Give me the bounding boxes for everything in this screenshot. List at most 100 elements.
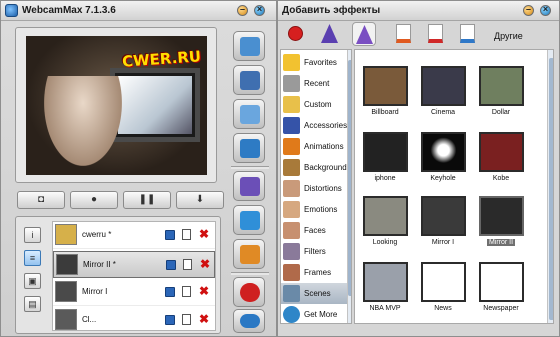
effects-hat-plus-button[interactable] [352, 22, 376, 46]
add-image-button[interactable] [392, 22, 416, 46]
add-pdf-button[interactable] [424, 22, 448, 46]
effect-thumbnail [479, 66, 524, 106]
wizard-hat-icon [321, 24, 338, 43]
category-item-get-more[interactable]: Get More [281, 304, 351, 323]
butterfly-icon [283, 138, 300, 155]
category-item-faces[interactable]: Faces [281, 220, 351, 241]
clock-icon [283, 75, 300, 92]
category-item-emotions[interactable]: Emotions [281, 199, 351, 220]
preview-person [44, 76, 122, 166]
minimize-button[interactable]: – [237, 4, 248, 16]
pencil-icon [240, 211, 260, 230]
add-image-icon [396, 24, 411, 43]
effect-thumbnail [421, 66, 466, 106]
effects-button[interactable] [233, 171, 265, 201]
category-item-recent[interactable]: Recent [281, 73, 351, 94]
copy-icon[interactable] [182, 286, 191, 297]
effects-close-button[interactable]: × [540, 4, 551, 16]
save-icon[interactable] [165, 287, 175, 297]
category-item-accessories[interactable]: Accessories [281, 115, 351, 136]
layer-name: Mirror II * [83, 260, 116, 269]
landscape-icon [283, 159, 300, 176]
video-clip-button[interactable] [233, 65, 265, 95]
record-button[interactable]: ● [70, 191, 118, 209]
add-text-button[interactable] [456, 22, 480, 46]
layers-panel: i ≡ ▣ ▤ cwerru * ✖ Mirror II * ✖ Mirror … [15, 216, 221, 334]
effects-grid[interactable]: Billboard Cinema Dollar iphone Keyhole K… [354, 49, 554, 324]
exit-button[interactable] [233, 277, 265, 307]
effect-thumbnail [479, 196, 524, 236]
save-icon[interactable] [165, 230, 175, 240]
effects-title-bar[interactable]: Добавить эффекты – × [278, 1, 559, 21]
layer-thumbnail [56, 254, 78, 275]
category-item-background[interactable]: Background [281, 157, 351, 178]
info-button[interactable]: i [24, 227, 41, 243]
screen-capture-button[interactable] [233, 133, 265, 163]
pause-icon: ❚❚ [138, 194, 156, 205]
save-icon[interactable] [165, 315, 175, 325]
face-icon [283, 201, 300, 218]
category-item-scenes[interactable]: Scenes [281, 283, 351, 304]
layer-row[interactable]: Cl... ✖ [53, 307, 215, 330]
category-scroll-thumb[interactable] [348, 60, 351, 296]
effect-thumbnail [363, 132, 408, 172]
effects-scrollbar[interactable] [547, 50, 553, 323]
category-item-frames[interactable]: Frames [281, 262, 351, 283]
layer-thumbnail [55, 224, 77, 245]
layer-list[interactable]: cwerru * ✖ Mirror II * ✖ Mirror I ✖ Cl..… [52, 221, 216, 331]
blocks-button[interactable] [233, 239, 265, 269]
profile-button[interactable] [233, 31, 265, 61]
category-scrollbar[interactable] [347, 50, 351, 323]
delete-icon[interactable]: ✖ [199, 284, 209, 298]
category-item-favorites[interactable]: Favorites [281, 52, 351, 73]
category-item-custom[interactable]: Custom [281, 94, 351, 115]
effect-thumbnail [421, 196, 466, 236]
category-item-distortions[interactable]: Distortions [281, 178, 351, 199]
settings-button[interactable] [233, 309, 265, 333]
snapshot-button[interactable]: ◘ [17, 191, 65, 209]
others-menu[interactable]: Другие [494, 31, 523, 41]
delete-icon[interactable]: ✖ [200, 257, 210, 271]
effects-window-title: Добавить эффекты [282, 5, 381, 16]
download-icon: ⬇ [195, 194, 205, 205]
layer-row[interactable]: cwerru * ✖ [53, 222, 215, 249]
tool-column [231, 27, 269, 334]
category-list[interactable]: Favorites Recent Custom Accessories Anim… [280, 49, 352, 324]
effect-thumbnail [421, 262, 466, 302]
app-title: WebcamMax 7.1.3.6 [22, 5, 116, 16]
app-logo-icon [5, 4, 18, 17]
category-item-filters[interactable]: Filters [281, 241, 351, 262]
delete-icon[interactable]: ✖ [199, 227, 209, 241]
effect-thumbnail [363, 196, 408, 236]
remove-effect-button[interactable] [284, 22, 308, 46]
close-icon [240, 283, 260, 302]
effects-hat-button[interactable] [318, 22, 342, 46]
video-clip-icon [240, 71, 260, 90]
copy-icon[interactable] [182, 314, 191, 325]
frame-icon [283, 264, 300, 281]
video-preview[interactable]: CWER.RU [26, 36, 207, 175]
person-layer-button[interactable]: ▣ [24, 273, 41, 289]
user-profile-icon [240, 37, 260, 56]
close-window-button[interactable]: × [254, 4, 265, 16]
window-button[interactable] [233, 99, 265, 129]
tool-separator [231, 166, 269, 169]
save-icon[interactable] [166, 260, 176, 270]
layer-list-button[interactable]: ≡ [24, 250, 41, 266]
film-layer-button[interactable]: ▤ [24, 296, 41, 312]
main-title-bar[interactable]: WebcamMax 7.1.3.6 – × [1, 1, 276, 21]
effects-scroll-thumb[interactable] [549, 58, 553, 320]
pause-button[interactable]: ❚❚ [123, 191, 171, 209]
category-item-animations[interactable]: Animations [281, 136, 351, 157]
layer-row[interactable]: Mirror II * ✖ [53, 251, 215, 278]
layer-row[interactable]: Mirror I ✖ [53, 279, 215, 306]
effects-minimize-button[interactable]: – [523, 4, 534, 16]
copy-icon[interactable] [183, 259, 192, 270]
blocks-icon [240, 245, 260, 264]
folder-icon [283, 96, 300, 113]
tool-separator [231, 272, 269, 275]
delete-icon[interactable]: ✖ [199, 312, 209, 326]
download-button[interactable]: ⬇ [176, 191, 224, 209]
draw-button[interactable] [233, 205, 265, 235]
copy-icon[interactable] [182, 229, 191, 240]
